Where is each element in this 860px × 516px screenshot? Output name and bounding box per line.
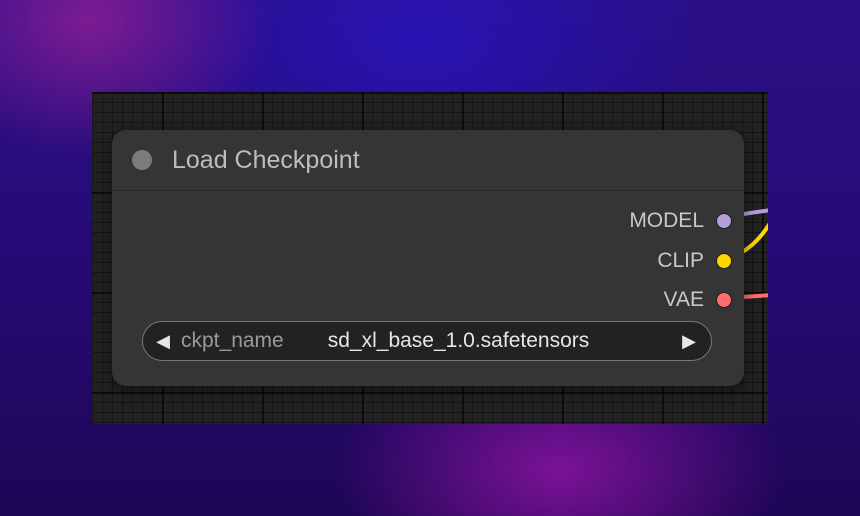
output-model-slot-icon[interactable] (716, 213, 732, 229)
next-value-arrow-icon[interactable]: ▶ (679, 331, 699, 352)
collapse-toggle-icon[interactable] (132, 150, 152, 170)
previous-value-arrow-icon[interactable]: ◀ (153, 331, 173, 352)
output-clip-label: CLIP (657, 249, 704, 272)
output-model[interactable]: MODEL (629, 206, 732, 236)
node-header[interactable]: Load Checkpoint (112, 130, 744, 191)
output-vae-label: VAE (663, 288, 704, 311)
load-checkpoint-node[interactable]: Load Checkpoint MODEL CLIP VAE ◀ ckpt_na… (112, 130, 744, 386)
ckpt-name-combo-widget[interactable]: ◀ ckpt_name sd_xl_base_1.0.safetensors ▶ (142, 321, 712, 361)
output-vae[interactable]: VAE (664, 285, 732, 315)
widget-value[interactable]: sd_xl_base_1.0.safetensors (328, 329, 590, 353)
output-vae-slot-icon[interactable] (716, 292, 732, 308)
widget-label: ckpt_name (181, 329, 284, 352)
output-clip-slot-icon[interactable] (716, 253, 732, 269)
output-clip[interactable]: CLIP (657, 246, 732, 276)
node-graph-canvas[interactable]: Load Checkpoint MODEL CLIP VAE ◀ ckpt_na… (92, 92, 768, 424)
node-title: Load Checkpoint (172, 145, 360, 174)
output-model-label: MODEL (629, 209, 704, 232)
